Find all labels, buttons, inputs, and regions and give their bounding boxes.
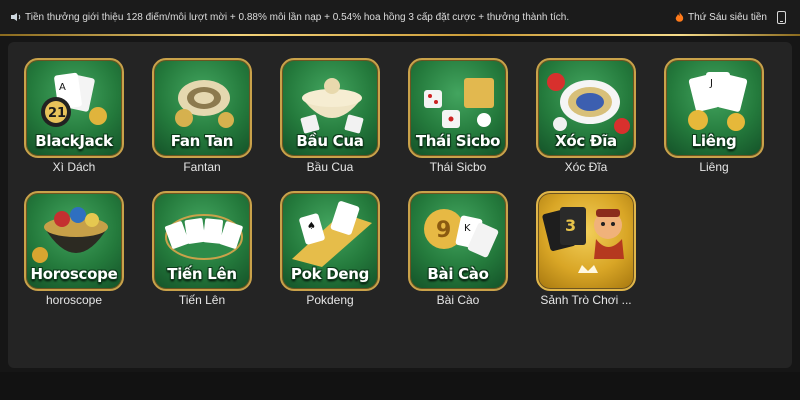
- game-label: Bài Cào: [436, 293, 480, 307]
- tile-title: Horoscope: [30, 265, 118, 283]
- tile-title: Fan Tan: [170, 132, 234, 150]
- tile-image: J Liêng: [664, 58, 764, 158]
- tile-image: Bầu Cua: [280, 58, 380, 158]
- tile-title: Pok Deng: [290, 265, 370, 283]
- game-tile-bau-cua[interactable]: Bầu Cua Bầu Cua: [280, 58, 380, 174]
- game-grid: A 21 BlackJack Xì Dách Fan Tan Fantan Bầ…: [8, 42, 792, 368]
- mobile-icon[interactable]: [777, 10, 786, 24]
- game-tile-fantan[interactable]: Fan Tan Fantan: [152, 58, 252, 174]
- game-tile-pok-deng[interactable]: ♠ Pok Deng Pokdeng: [280, 191, 380, 307]
- svg-text:K: K: [464, 223, 471, 234]
- game-tile-bai-cao[interactable]: 9 K Bài Cào Bài Cào: [408, 191, 508, 307]
- svg-text:A: A: [59, 82, 66, 93]
- svg-text:♠: ♠: [307, 221, 316, 232]
- svg-text:3: 3: [565, 216, 576, 235]
- svg-text:21: 21: [48, 106, 66, 121]
- game-label: Xóc Đĩa: [564, 160, 608, 174]
- tile-image: 3: [536, 191, 636, 291]
- tile-image: Tiến Lên: [152, 191, 252, 291]
- bottom-strip: [0, 372, 800, 400]
- game-tile-thai-sicbo[interactable]: Thái Sicbo Thái Sicbo: [408, 58, 508, 174]
- tile-image: 9 K Bài Cào: [408, 191, 508, 291]
- game-tile-blackjack[interactable]: A 21 BlackJack Xì Dách: [24, 58, 124, 174]
- fire-icon: [675, 11, 684, 23]
- tile-title: BlackJack: [35, 132, 113, 150]
- game-panel: A 21 BlackJack Xì Dách Fan Tan Fantan Bầ…: [8, 42, 792, 368]
- game-tile-lobby[interactable]: 3 Sảnh Trò Chơi ...: [536, 191, 636, 307]
- announcement-bar: Tiền thưởng giới thiệu 128 điểm/mỗi lượt…: [0, 0, 800, 34]
- speaker-icon: [10, 12, 22, 22]
- gold-divider: [0, 34, 800, 36]
- game-lobby-character-icon: 3: [542, 207, 624, 273]
- game-label: Thái Sicbo: [429, 160, 487, 174]
- tile-image: Horoscope: [24, 191, 124, 291]
- game-label: Sảnh Trò Chơi ...: [540, 293, 632, 307]
- svg-text:J: J: [709, 78, 713, 89]
- game-tile-xoc-dia[interactable]: Xóc Đĩa Xóc Đĩa: [536, 58, 636, 174]
- tile-image: A 21 BlackJack: [24, 58, 124, 158]
- announcement-marquee[interactable]: Tiền thưởng giới thiệu 128 điểm/mỗi lượt…: [0, 12, 640, 23]
- promo-text: Thứ Sáu siêu tiền: [688, 11, 767, 23]
- tile-image: ♠ Pok Deng: [280, 191, 380, 291]
- promo-link[interactable]: Thứ Sáu siêu tiền: [675, 0, 786, 34]
- tile-title: Xóc Đĩa: [555, 132, 617, 150]
- tile-title: Liêng: [691, 132, 737, 150]
- tile-image: Fan Tan: [152, 58, 252, 158]
- announcement-text: Tiền thưởng giới thiệu 128 điểm/mỗi lượt…: [25, 11, 570, 23]
- game-label: Fantan: [183, 160, 221, 174]
- tile-image: Xóc Đĩa: [536, 58, 636, 158]
- game-tile-lieng[interactable]: J Liêng Liêng: [664, 58, 764, 174]
- tile-image: Thái Sicbo: [408, 58, 508, 158]
- game-label: Xì Dách: [52, 160, 96, 174]
- game-label: horoscope: [45, 293, 103, 307]
- game-label: Tiến Lên: [178, 293, 226, 307]
- tile-title: Tiến Lên: [167, 265, 237, 283]
- game-tile-tien-len[interactable]: Tiến Lên Tiến Lên: [152, 191, 252, 307]
- svg-text:9: 9: [436, 218, 451, 243]
- tile-title: Bài Cào: [427, 265, 489, 283]
- tile-title: Bầu Cua: [296, 132, 364, 150]
- tile-title: Thái Sicbo: [415, 132, 501, 150]
- game-label: Liêng: [699, 160, 729, 174]
- game-tile-horoscope[interactable]: Horoscope horoscope: [24, 191, 124, 307]
- game-label: Bầu Cua: [306, 160, 354, 174]
- game-label: Pokdeng: [306, 293, 354, 307]
